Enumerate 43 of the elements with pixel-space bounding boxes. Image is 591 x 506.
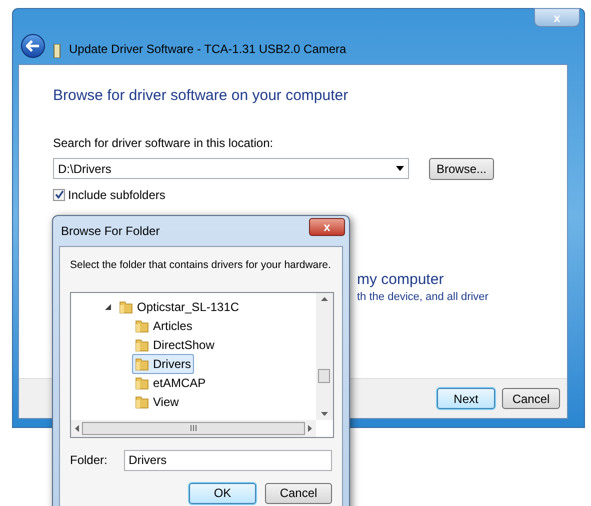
folder-icon (135, 395, 149, 410)
grip-icon (190, 425, 197, 432)
instruction-text: Select the folder that contains drivers for your hardware. (70, 258, 332, 273)
scroll-up-icon[interactable] (321, 296, 328, 301)
scroll-down-icon[interactable] (321, 412, 328, 416)
scroll-left-icon[interactable] (75, 424, 79, 432)
vertical-scrollbar[interactable] (316, 292, 333, 420)
window-title: Update Driver Software - TCA-1.31 USB2.0 Camera (69, 41, 346, 58)
folder-tree[interactable]: Opticstar_SL-131C Articles DirectShow Drivers etAMCAP View (70, 292, 334, 438)
folder-tree-item[interactable]: View (132, 392, 182, 412)
close-button[interactable]: x (309, 218, 345, 236)
scroll-thumb[interactable] (318, 368, 330, 383)
folder-icon (135, 338, 149, 352)
expanded-triangle-icon[interactable] (105, 304, 111, 310)
dialog-title: Browse For Folder (61, 223, 160, 240)
folder-tree-item[interactable]: DirectShow (132, 335, 218, 356)
browse-button[interactable]: Browse... (429, 158, 494, 180)
folder-label: Folder: (70, 452, 108, 470)
usb-device-icon (53, 44, 61, 58)
dialog-button[interactable]: Cancel (265, 482, 332, 504)
dialog-button[interactable]: OK (189, 482, 256, 504)
folder-icon (135, 376, 149, 390)
folder-icon (119, 300, 133, 314)
folder-icon (135, 319, 149, 334)
folder-field[interactable]: Drivers (124, 450, 332, 471)
dialog-button[interactable]: Next (437, 388, 495, 409)
checkbox-label: Include subfolders (68, 186, 166, 204)
option-description: th the device, and all driver (357, 290, 488, 305)
checkbox[interactable] (53, 188, 65, 200)
location-combo-box[interactable]: D:\Drivers (53, 158, 409, 179)
folder-tree-item[interactable]: Opticstar_SL-131C (116, 297, 242, 318)
scroll-right-icon[interactable] (308, 424, 312, 432)
folder-icon (135, 357, 149, 372)
folder-tree-item[interactable]: Drivers (132, 354, 194, 374)
dropdown-arrow-icon[interactable] (396, 166, 404, 171)
scroll-thumb[interactable] (82, 422, 305, 435)
horizontal-scrollbar[interactable] (71, 420, 316, 437)
page-heading: Browse for driver software on your computer (53, 86, 350, 106)
folder-tree-item[interactable]: Articles (132, 316, 196, 336)
dialog-button[interactable]: Cancel (502, 388, 560, 409)
folder-tree-item[interactable]: etAMCAP (132, 373, 209, 394)
option-title[interactable]: my computer (357, 271, 488, 289)
location-label: Search for driver software in this location: (53, 134, 274, 152)
